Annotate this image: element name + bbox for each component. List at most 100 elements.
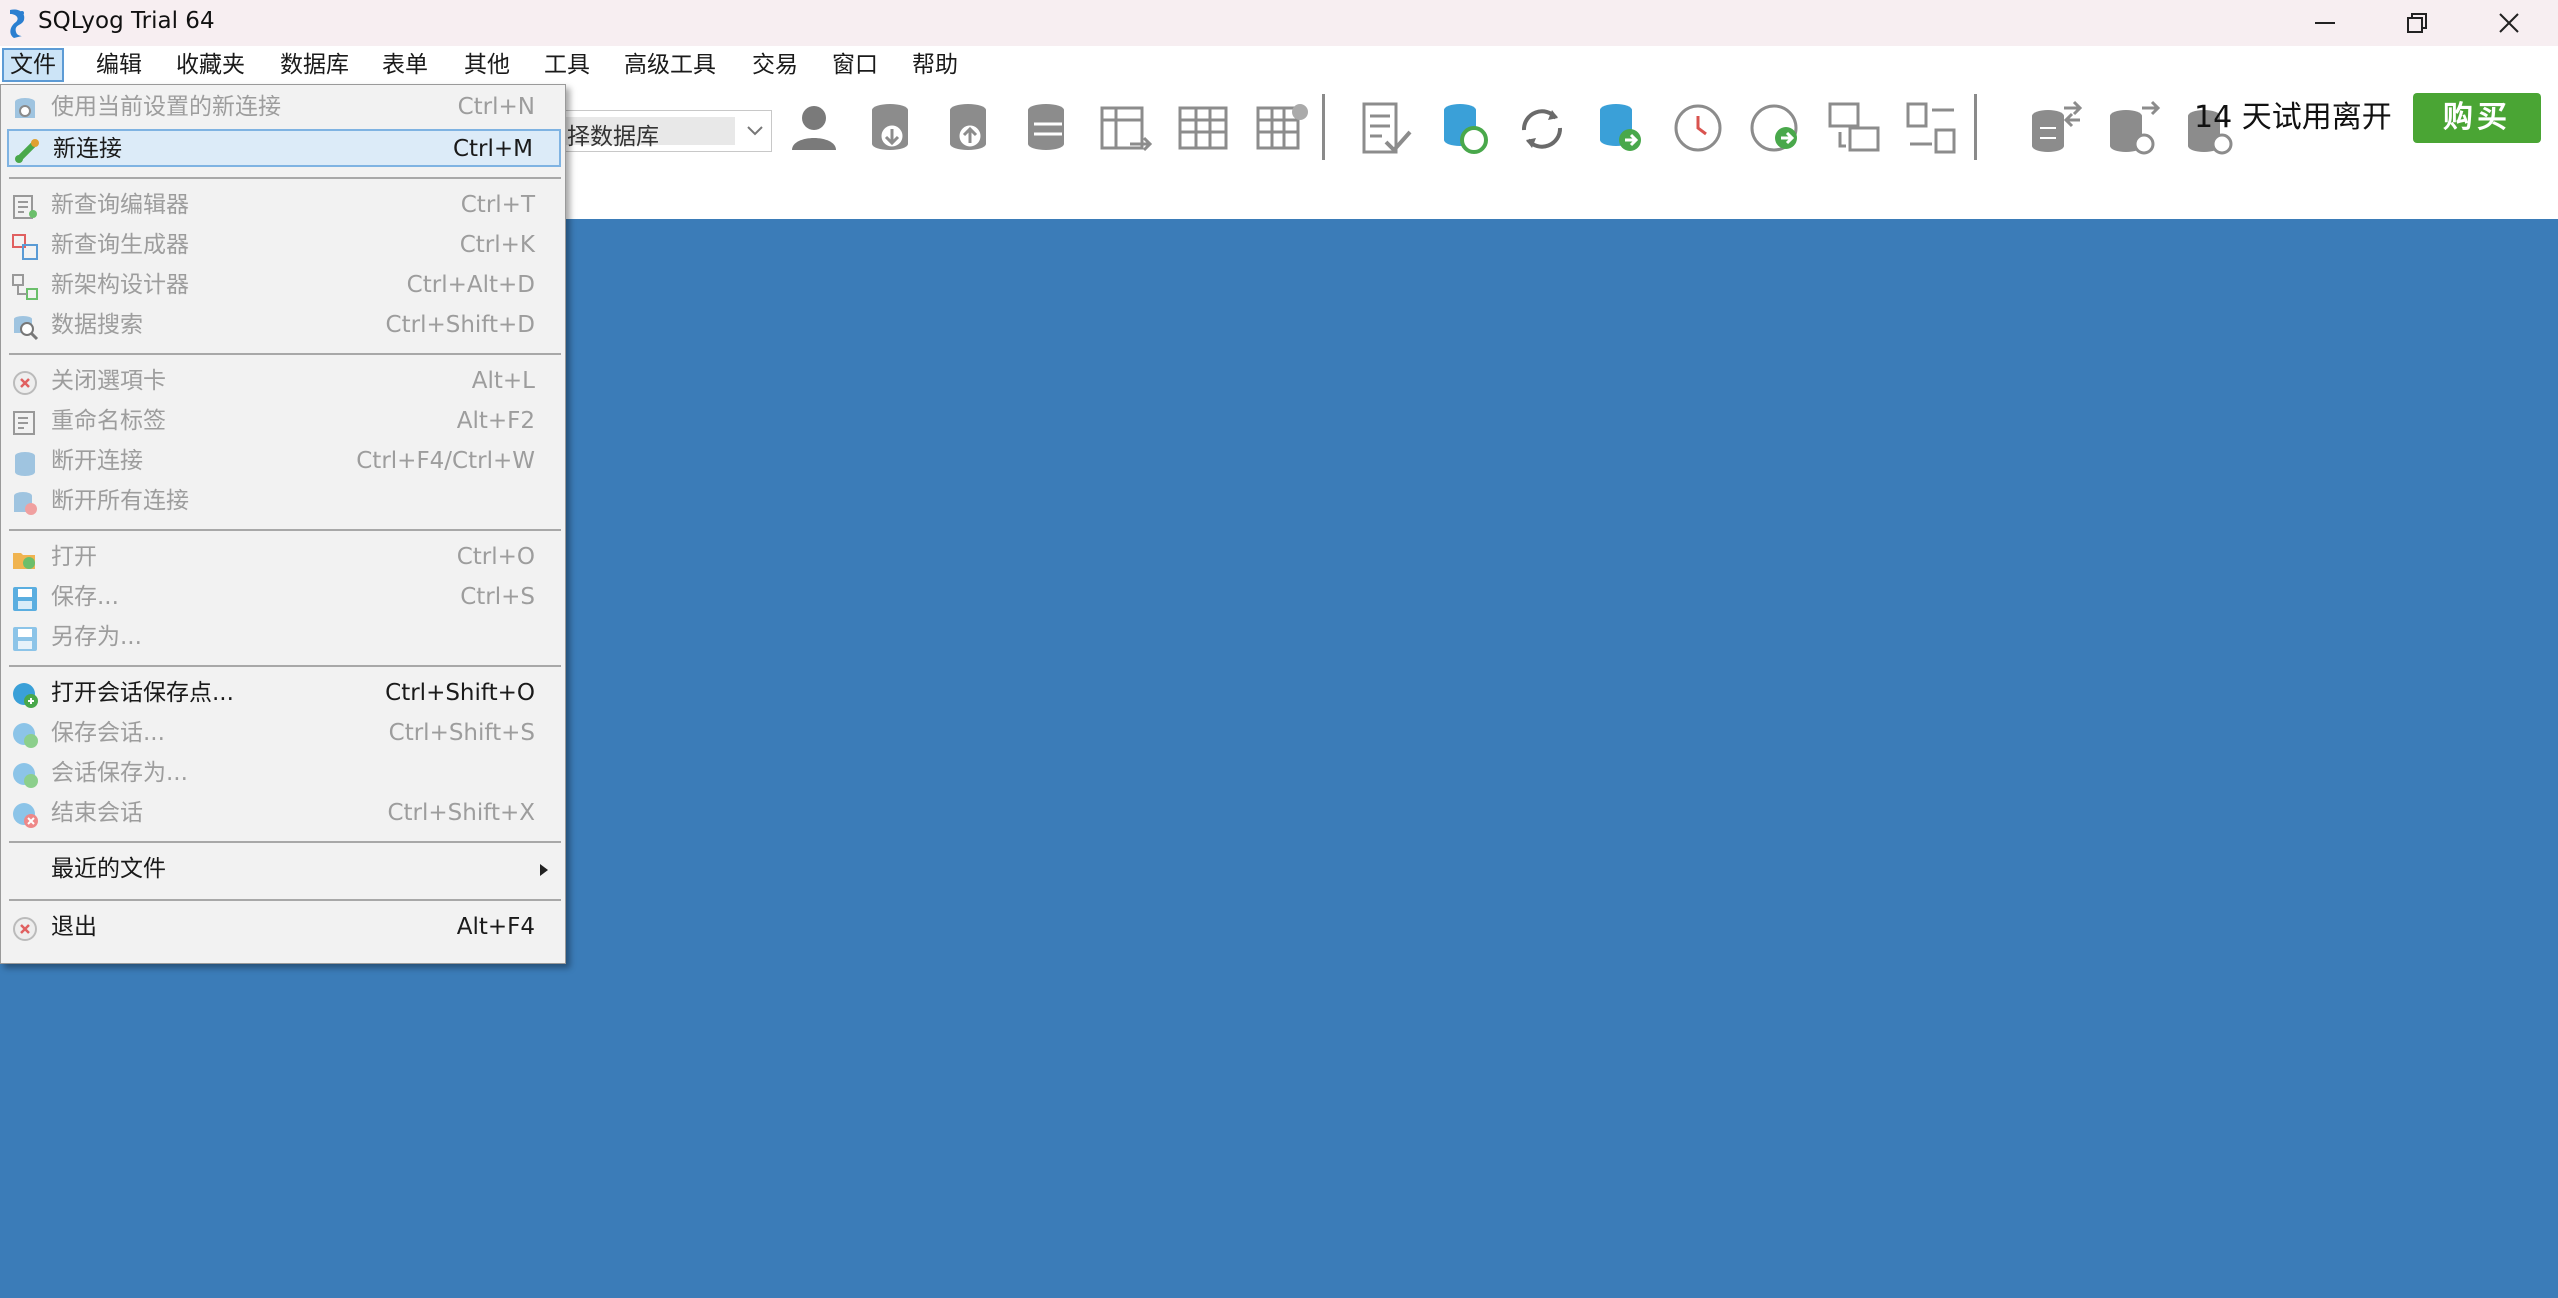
open-session-icon: [13, 683, 38, 708]
menu-item-label: 新查询生成器: [51, 232, 189, 258]
menu-item-open-session-savepoint[interactable]: 打开会话保存点... Ctrl+Shift+O: [7, 675, 561, 713]
menu-item-new-connection-current-settings[interactable]: 使用当前设置的新连接 Ctrl+N: [7, 89, 561, 127]
menu-other[interactable]: 其他: [458, 48, 516, 82]
menu-item-shortcut: Ctrl+N: [457, 94, 535, 120]
menu-item-label: 结束会话: [51, 800, 143, 826]
menu-tools[interactable]: 工具: [538, 48, 596, 82]
window-title: SQLyog Trial 64: [38, 8, 215, 34]
title-bar: SQLyog Trial 64: [0, 0, 2558, 46]
menu-window[interactable]: 窗口: [826, 48, 884, 82]
menu-item-shortcut: Ctrl+Shift+D: [385, 312, 535, 338]
db-upload-icon[interactable]: [940, 94, 1000, 164]
menu-item-new-query-editor[interactable]: 新查询编辑器 Ctrl+T: [7, 187, 561, 225]
toolbar-separator: [1974, 94, 1977, 160]
menu-transaction[interactable]: 交易: [746, 48, 804, 82]
menu-item-shortcut: Ctrl+O: [456, 544, 535, 570]
menu-item-shortcut: Alt+L: [471, 368, 535, 394]
database-select-value: 择数据库: [567, 124, 659, 150]
buy-button[interactable]: 购买: [2413, 93, 2541, 143]
exit-icon: [13, 917, 37, 941]
toolbar-separator: [1322, 94, 1325, 160]
menu-item-label: 断开所有连接: [51, 488, 189, 514]
db-sync-icon[interactable]: [2024, 94, 2084, 164]
menu-item-label: 新查询编辑器: [51, 192, 189, 218]
menu-item-save[interactable]: 保存... Ctrl+S: [7, 579, 561, 617]
clock-icon[interactable]: [1668, 94, 1728, 164]
menu-item-rename-tab[interactable]: 重命名标签 Alt+F2: [7, 403, 561, 441]
menu-item-close-tab[interactable]: 关闭選項卡 Alt+L: [7, 363, 561, 401]
restore-button[interactable]: [2372, 0, 2462, 46]
menu-item-label: 重命名标签: [51, 408, 166, 434]
menu-item-shortcut: Alt+F4: [456, 914, 535, 940]
menu-item-disconnect[interactable]: 断开连接 Ctrl+F4/Ctrl+W: [7, 443, 561, 481]
menu-item-shortcut: Ctrl+T: [460, 192, 535, 218]
rename-icon: [13, 411, 35, 435]
menu-file[interactable]: 文件: [2, 48, 64, 82]
query-builder-icon: [12, 234, 38, 260]
db-run-icon[interactable]: [1590, 94, 1650, 164]
db-copy-icon[interactable]: [1018, 94, 1078, 164]
menu-item-shortcut: Alt+F2: [456, 408, 535, 434]
menu-item-label: 保存会话...: [51, 720, 165, 746]
menu-favorites[interactable]: 收藏夹: [170, 48, 251, 82]
menu-item-data-search[interactable]: 数据搜索 Ctrl+Shift+D: [7, 307, 561, 345]
menu-item-label: 新架构设计器: [51, 272, 189, 298]
menu-database[interactable]: 数据库: [274, 48, 355, 82]
connect-icon: [15, 139, 39, 163]
menu-item-shortcut: Ctrl+K: [459, 232, 535, 258]
menu-item-label: 关闭選項卡: [51, 368, 166, 394]
query-check-icon[interactable]: [1356, 94, 1416, 164]
refresh-icon[interactable]: [1512, 94, 1572, 164]
user-icon[interactable]: [784, 94, 844, 164]
menu-table[interactable]: 表单: [376, 48, 434, 82]
save-session-icon: [13, 723, 38, 748]
schema-designer-icon: [12, 274, 38, 300]
menu-item-label: 最近的文件: [51, 856, 166, 882]
db-check-icon[interactable]: [2102, 94, 2162, 164]
disconnect-all-icon: [14, 492, 37, 515]
chevron-down-icon: [747, 126, 763, 136]
menu-advanced-tools[interactable]: 高级工具: [618, 48, 722, 82]
save-session-as-icon: [13, 763, 38, 788]
schedule-run-icon[interactable]: [1746, 94, 1806, 164]
table-settings-icon[interactable]: [1252, 94, 1312, 164]
menu-item-label: 退出: [51, 914, 97, 940]
minimize-button[interactable]: [2280, 0, 2370, 46]
menu-item-shortcut: Ctrl+Alt+D: [406, 272, 535, 298]
menu-item-end-session[interactable]: 结束会话 Ctrl+Shift+X: [7, 795, 561, 833]
menu-item-exit[interactable]: 退出 Alt+F4: [7, 909, 561, 947]
database-select[interactable]: 择数据库: [556, 110, 772, 152]
menu-item-label: 打开会话保存点...: [51, 680, 234, 706]
menu-item-new-schema-designer[interactable]: 新架构设计器 Ctrl+Alt+D: [7, 267, 561, 305]
sqlyog-logo-icon: [10, 9, 25, 38]
menu-item-disconnect-all[interactable]: 断开所有连接: [7, 483, 561, 521]
menu-item-open[interactable]: 打开 Ctrl+O: [7, 539, 561, 577]
schema-sync-icon[interactable]: [1824, 94, 1884, 164]
menu-item-new-query-builder[interactable]: 新查询生成器 Ctrl+K: [7, 227, 561, 265]
menu-item-label: 数据搜索: [51, 312, 143, 338]
menu-item-label: 使用当前设置的新连接: [51, 94, 281, 120]
gear-db-icon: [15, 98, 35, 118]
menu-item-label: 断开连接: [51, 448, 143, 474]
menu-item-shortcut: Ctrl+M: [452, 136, 533, 162]
menu-item-save-as[interactable]: 另存为...: [7, 619, 561, 657]
menu-item-save-session[interactable]: 保存会话... Ctrl+Shift+S: [7, 715, 561, 753]
menu-edit[interactable]: 编辑: [90, 48, 148, 82]
menu-help[interactable]: 帮助: [906, 48, 964, 82]
menu-separator: [9, 529, 561, 531]
menu-item-new-connection[interactable]: 新连接 Ctrl+M: [7, 129, 561, 167]
close-button[interactable]: [2464, 0, 2554, 46]
menu-item-label: 新连接: [53, 136, 122, 162]
table-export-icon[interactable]: [1096, 94, 1156, 164]
db-refresh-icon[interactable]: [1434, 94, 1494, 164]
table-grid-icon[interactable]: [1174, 94, 1234, 164]
db-download-icon[interactable]: [862, 94, 922, 164]
data-compare-icon[interactable]: [1902, 94, 1962, 164]
save-icon: [13, 587, 37, 611]
menu-bar: 文件 编辑 收藏夹 数据库 表单 其他 工具 高级工具 交易 窗口 帮助: [0, 46, 2558, 84]
menu-item-recent-files[interactable]: 最近的文件: [7, 851, 561, 889]
end-session-icon: [13, 803, 38, 828]
minimize-icon: [2315, 22, 2335, 24]
menu-item-save-session-as[interactable]: 会话保存为...: [7, 755, 561, 793]
close-tab-icon: [13, 371, 37, 395]
